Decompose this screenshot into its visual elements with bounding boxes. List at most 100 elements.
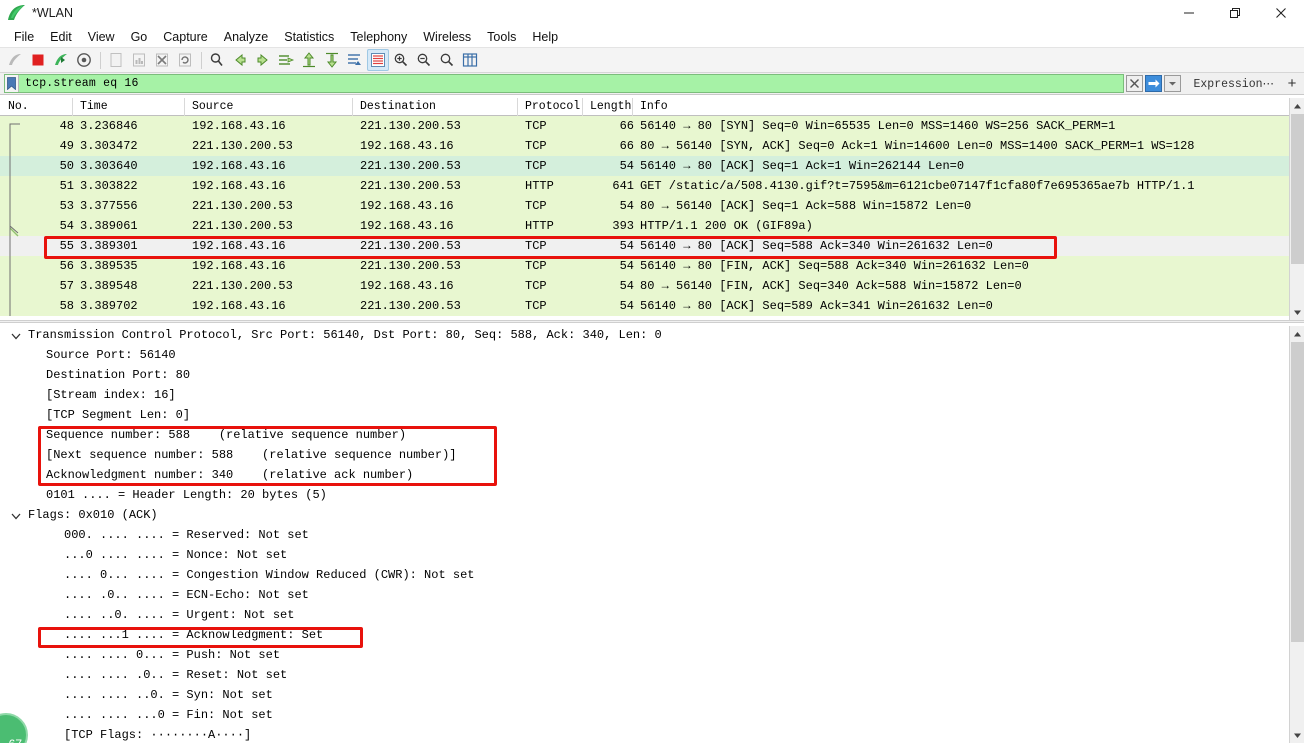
scroll-up-icon[interactable]: [1290, 98, 1304, 114]
zoom-in-icon[interactable]: [390, 49, 412, 71]
display-filter-value[interactable]: tcp.stream eq 16: [19, 77, 139, 90]
detail-tree-row[interactable]: .... .... ...0 = Fin: Not set: [0, 706, 1289, 726]
packet-row-57[interactable]: 57 3.389548 221.130.200.53 192.168.43.16 TCP…: [0, 276, 1289, 296]
zoom-reset-icon[interactable]: [436, 49, 458, 71]
packet-row-53[interactable]: 53 3.377556 221.130.200.53 192.168.43.16 TCP…: [0, 196, 1289, 216]
column-header-protocol[interactable]: Protocol: [525, 100, 580, 113]
detail-scroll-up-icon[interactable]: [1290, 326, 1304, 342]
column-header-no[interactable]: No.: [8, 100, 29, 113]
resize-columns-icon[interactable]: [459, 49, 481, 71]
menu-item-edit[interactable]: Edit: [42, 28, 80, 46]
menu-item-view[interactable]: View: [80, 28, 123, 46]
auto-scroll-icon[interactable]: [344, 49, 366, 71]
column-header-time[interactable]: Time: [80, 100, 108, 113]
detail-scrollbar-thumb[interactable]: [1291, 342, 1304, 642]
packet-row-58[interactable]: 58 3.389702 192.168.43.16 221.130.200.53 TCP…: [0, 296, 1289, 316]
scroll-down-icon[interactable]: [1290, 304, 1304, 320]
detail-tree-row[interactable]: [Stream index: 16]: [0, 386, 1289, 406]
detail-tree-row[interactable]: .... ...1 .... = Acknowledgment: Set: [0, 626, 1289, 646]
save-file-icon[interactable]: [128, 49, 150, 71]
go-first-packet-icon[interactable]: [298, 49, 320, 71]
detail-tree-row[interactable]: 000. .... .... = Reserved: Not set: [0, 526, 1289, 546]
column-header-source[interactable]: Source: [192, 100, 233, 113]
detail-tree-row[interactable]: 0101 .... = Header Length: 20 bytes (5): [0, 486, 1289, 506]
packet-row-50[interactable]: 50 3.303640 192.168.43.16 221.130.200.53 TCP…: [0, 156, 1289, 176]
pane-splitter[interactable]: [0, 320, 1304, 323]
column-divider[interactable]: [582, 98, 583, 116]
zoom-out-icon[interactable]: [413, 49, 435, 71]
detail-tree-row[interactable]: [TCP Flags: ········A····]: [0, 726, 1289, 743]
stop-capture-icon[interactable]: [27, 49, 49, 71]
packet-row-55[interactable]: 55 3.389301 192.168.43.16 221.130.200.53 TCP…: [0, 236, 1289, 256]
detail-tree-row[interactable]: Source Port: 56140: [0, 346, 1289, 366]
add-filter-button[interactable]: +: [1282, 75, 1302, 92]
menu-item-tools[interactable]: Tools: [479, 28, 524, 46]
packet-row-49[interactable]: 49 3.303472 221.130.200.53 192.168.43.16 TCP…: [0, 136, 1289, 156]
chevron-down-icon[interactable]: [10, 330, 22, 342]
packet-row-56[interactable]: 56 3.389535 192.168.43.16 221.130.200.53 TCP…: [0, 256, 1289, 276]
menu-item-capture[interactable]: Capture: [155, 28, 215, 46]
packet-row-48[interactable]: 48 3.236846 192.168.43.16 221.130.200.53 TCP…: [0, 116, 1289, 136]
packet-details-scrollbar[interactable]: [1289, 326, 1304, 743]
display-filter-input[interactable]: tcp.stream eq 16: [4, 74, 1125, 93]
close-icon[interactable]: [1258, 0, 1304, 26]
start-capture-icon[interactable]: [4, 49, 26, 71]
packet-row-51[interactable]: 51 3.303822 192.168.43.16 221.130.200.53 HTT…: [0, 176, 1289, 196]
detail-tree-row[interactable]: .... .... 0... = Push: Not set: [0, 646, 1289, 666]
clear-filter-icon[interactable]: [1126, 75, 1144, 92]
find-packet-icon[interactable]: [206, 49, 228, 71]
detail-tree-row[interactable]: Destination Port: 80: [0, 366, 1289, 386]
packet-cell-dst: 192.168.43.16: [360, 199, 454, 213]
restart-capture-icon[interactable]: [50, 49, 72, 71]
capture-options-icon[interactable]: [73, 49, 95, 71]
packet-list-header[interactable]: No. Time Source Destination Protocol Length In…: [0, 98, 1289, 116]
colorize-packets-icon[interactable]: [367, 49, 389, 71]
close-file-icon[interactable]: [151, 49, 173, 71]
scrollbar-thumb[interactable]: [1291, 114, 1304, 264]
detail-tree-row[interactable]: .... .0.. .... = ECN-Echo: Not set: [0, 586, 1289, 606]
go-forward-icon[interactable]: [252, 49, 274, 71]
menu-item-telephony[interactable]: Telephony: [342, 28, 415, 46]
column-divider[interactable]: [72, 98, 73, 116]
menu-item-analyze[interactable]: Analyze: [216, 28, 276, 46]
column-header-length[interactable]: Length: [590, 100, 631, 113]
column-header-info[interactable]: Info: [640, 100, 668, 113]
column-header-destination[interactable]: Destination: [360, 100, 436, 113]
minimize-icon[interactable]: [1166, 0, 1212, 26]
column-divider[interactable]: [184, 98, 185, 116]
detail-tree-row[interactable]: .... .... ..0. = Syn: Not set: [0, 686, 1289, 706]
menu-item-wireless[interactable]: Wireless: [415, 28, 479, 46]
go-to-packet-icon[interactable]: [275, 49, 297, 71]
detail-tree-row[interactable]: .... 0... .... = Congestion Window Reduc…: [0, 566, 1289, 586]
packet-list-scrollbar[interactable]: [1289, 98, 1304, 320]
chevron-down-icon[interactable]: [10, 510, 22, 522]
detail-tree-row[interactable]: [Next sequence number: 588 (relative seq…: [0, 446, 1289, 466]
reload-file-icon[interactable]: [174, 49, 196, 71]
go-last-packet-icon[interactable]: [321, 49, 343, 71]
maximize-icon[interactable]: [1212, 0, 1258, 26]
open-file-icon[interactable]: [105, 49, 127, 71]
detail-tree-row[interactable]: Flags: 0x010 (ACK): [0, 506, 1289, 526]
menu-item-help[interactable]: Help: [524, 28, 566, 46]
bookmark-icon[interactable]: [5, 75, 19, 92]
column-divider[interactable]: [517, 98, 518, 116]
detail-tree-row[interactable]: .... .... .0.. = Reset: Not set: [0, 666, 1289, 686]
packet-cell-time: 3.389061: [80, 219, 138, 233]
column-divider[interactable]: [632, 98, 633, 116]
menu-item-go[interactable]: Go: [123, 28, 156, 46]
detail-tree-row[interactable]: Transmission Control Protocol, Src Port:…: [0, 326, 1289, 346]
detail-tree-row[interactable]: Sequence number: 588 (relative sequence …: [0, 426, 1289, 446]
detail-tree-row[interactable]: .... ..0. .... = Urgent: Not set: [0, 606, 1289, 626]
detail-tree-row[interactable]: Acknowledgment number: 340 (relative ack…: [0, 466, 1289, 486]
column-divider[interactable]: [352, 98, 353, 116]
detail-tree-row[interactable]: [TCP Segment Len: 0]: [0, 406, 1289, 426]
menu-item-file[interactable]: File: [6, 28, 42, 46]
go-back-icon[interactable]: [229, 49, 251, 71]
menu-item-statistics[interactable]: Statistics: [276, 28, 342, 46]
filter-expression-button[interactable]: Expression⋯: [1183, 76, 1282, 91]
detail-scroll-down-icon[interactable]: [1290, 727, 1304, 743]
filter-dropdown-icon[interactable]: [1164, 75, 1182, 92]
packet-row-54[interactable]: 54 3.389061 221.130.200.53 192.168.43.16 HTT…: [0, 216, 1289, 236]
detail-tree-row[interactable]: ...0 .... .... = Nonce: Not set: [0, 546, 1289, 566]
apply-filter-icon[interactable]: [1145, 75, 1163, 92]
